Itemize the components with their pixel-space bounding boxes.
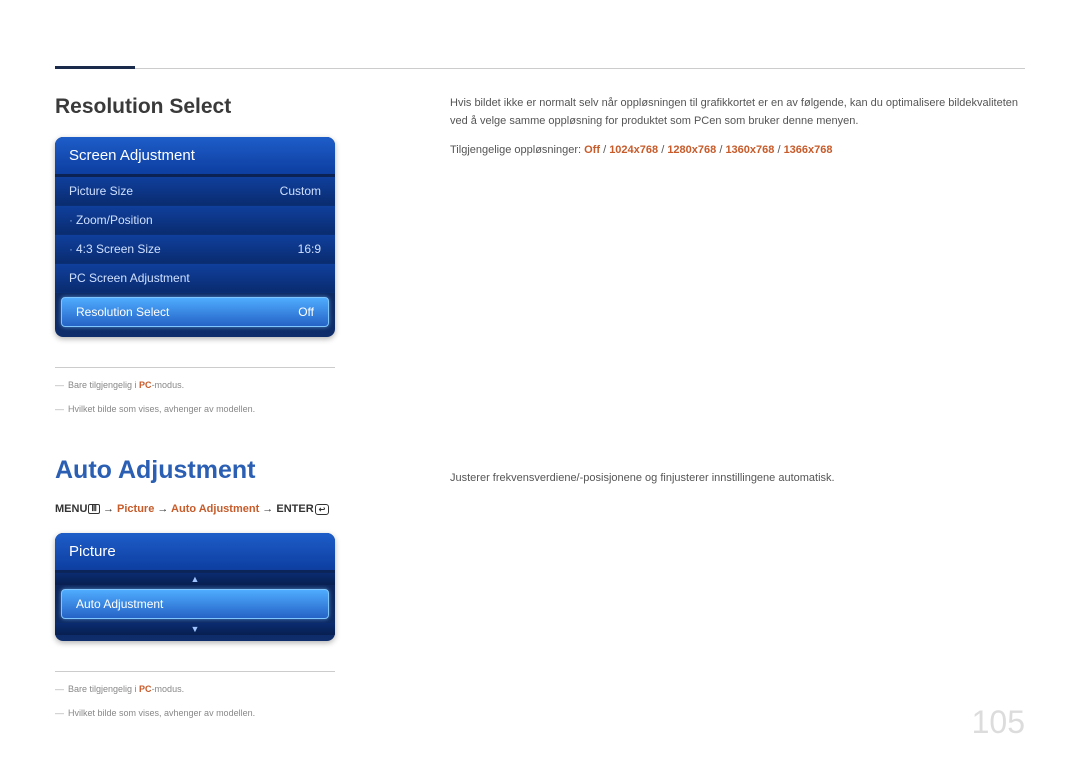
osd-picture: Picture ▲ Auto Adjustment ▼ bbox=[55, 533, 335, 641]
res-1360: 1360x768 bbox=[725, 144, 774, 156]
top-rule bbox=[55, 68, 1025, 69]
osd-row-zoom-position[interactable]: ·Zoom/Position bbox=[55, 206, 335, 235]
dash-icon: ― bbox=[55, 708, 64, 718]
note-pc-mode: ― Bare tilgjengelig i PC-modus. bbox=[55, 684, 390, 694]
osd-label: Zoom/Position bbox=[76, 213, 153, 227]
osd-header: Screen Adjustment bbox=[55, 137, 335, 174]
path-arrow: → bbox=[259, 503, 276, 515]
osd-row-pc-screen-adjustment[interactable]: PC Screen Adjustment bbox=[55, 264, 335, 293]
divider bbox=[55, 367, 335, 368]
enter-icon: ↩ bbox=[315, 504, 330, 515]
osd-label: PC Screen Adjustment bbox=[69, 271, 190, 285]
bullet-icon: · bbox=[69, 213, 73, 227]
osd-body: ▲ Auto Adjustment ▼ bbox=[55, 570, 335, 641]
note-text: Hvilket bilde som vises, avhenger av mod… bbox=[68, 708, 255, 718]
osd-row-4-3-screen-size[interactable]: ·4:3 Screen Size 16:9 bbox=[55, 235, 335, 264]
osd-screen-adjustment: Screen Adjustment Picture Size Custom ·Z… bbox=[55, 137, 335, 337]
osd-label: Picture Size bbox=[69, 184, 133, 198]
osd-label: Auto Adjustment bbox=[76, 597, 163, 611]
note-model: ― Hvilket bilde som vises, avhenger av m… bbox=[55, 708, 390, 718]
note-highlight: PC bbox=[139, 684, 152, 694]
body-resolutions: Tilgjengelige oppløsninger: Off / 1024x7… bbox=[450, 142, 1025, 160]
top-rule-accent bbox=[55, 66, 135, 69]
section-resolution-select: Resolution Select Screen Adjustment Pict… bbox=[55, 95, 1025, 428]
osd-label: 4:3 Screen Size bbox=[76, 242, 161, 256]
menu-path: MENUⅢ → Picture → Auto Adjustment → ENTE… bbox=[55, 503, 390, 515]
note-highlight: PC bbox=[139, 380, 152, 390]
osd-value: 16:9 bbox=[298, 242, 321, 256]
note-text: Bare tilgjengelig i bbox=[68, 380, 139, 390]
osd-row-auto-adjustment[interactable]: Auto Adjustment bbox=[61, 589, 329, 619]
res-1024: 1024x768 bbox=[609, 144, 658, 156]
bullet-icon: · bbox=[69, 242, 73, 256]
note-text: Hvilket bilde som vises, avhenger av mod… bbox=[68, 404, 255, 414]
path-arrow: → bbox=[154, 503, 171, 515]
page: Resolution Select Screen Adjustment Pict… bbox=[0, 0, 1080, 763]
section-auto-adjustment: Auto Adjustment MENUⅢ → Picture → Auto A… bbox=[55, 456, 1025, 732]
path-enter: ENTER bbox=[276, 503, 313, 515]
dash-icon: ― bbox=[55, 684, 64, 694]
right-column: Justerer frekvensverdiene/-posisjonene o… bbox=[450, 456, 1025, 732]
section-title: Auto Adjustment bbox=[55, 456, 390, 485]
res-1280: 1280x768 bbox=[667, 144, 716, 156]
path-picture: Picture bbox=[117, 503, 154, 515]
path-auto: Auto Adjustment bbox=[171, 503, 259, 515]
menu-icon: Ⅲ bbox=[88, 504, 100, 514]
note-text: Bare tilgjengelig i bbox=[68, 684, 139, 694]
right-column: Hvis bildet ikke er normalt selv når opp… bbox=[450, 95, 1025, 428]
osd-header: Picture bbox=[55, 533, 335, 570]
body-paragraph: Hvis bildet ikke er normalt selv når opp… bbox=[450, 95, 1025, 130]
body-paragraph: Justerer frekvensverdiene/-posisjonene o… bbox=[450, 470, 1025, 488]
osd-arrow-up[interactable]: ▲ bbox=[55, 573, 335, 585]
note-pc-mode: ― Bare tilgjengelig i PC-modus. bbox=[55, 380, 390, 390]
path-menu: MENU bbox=[55, 503, 87, 515]
res-1366: 1366x768 bbox=[784, 144, 833, 156]
osd-arrow-down[interactable]: ▼ bbox=[55, 623, 335, 635]
osd-value: Off bbox=[298, 305, 314, 319]
left-column: Resolution Select Screen Adjustment Pict… bbox=[55, 95, 390, 428]
res-prefix: Tilgjengelige oppløsninger: bbox=[450, 144, 584, 156]
dash-icon: ― bbox=[55, 404, 64, 414]
left-column: Auto Adjustment MENUⅢ → Picture → Auto A… bbox=[55, 456, 390, 732]
note-model: ― Hvilket bilde som vises, avhenger av m… bbox=[55, 404, 390, 414]
note-text: -modus. bbox=[152, 380, 185, 390]
osd-value: Custom bbox=[280, 184, 321, 198]
path-arrow: → bbox=[100, 503, 117, 515]
res-off: Off bbox=[584, 144, 600, 156]
dash-icon: ― bbox=[55, 380, 64, 390]
divider bbox=[55, 671, 335, 672]
section-title: Resolution Select bbox=[55, 95, 390, 119]
osd-label: Resolution Select bbox=[76, 305, 169, 319]
page-number: 105 bbox=[972, 704, 1025, 741]
note-text: -modus. bbox=[152, 684, 185, 694]
osd-body: Picture Size Custom ·Zoom/Position ·4:3 … bbox=[55, 174, 335, 337]
osd-row-resolution-select[interactable]: Resolution Select Off bbox=[61, 297, 329, 327]
osd-row-picture-size[interactable]: Picture Size Custom bbox=[55, 177, 335, 206]
